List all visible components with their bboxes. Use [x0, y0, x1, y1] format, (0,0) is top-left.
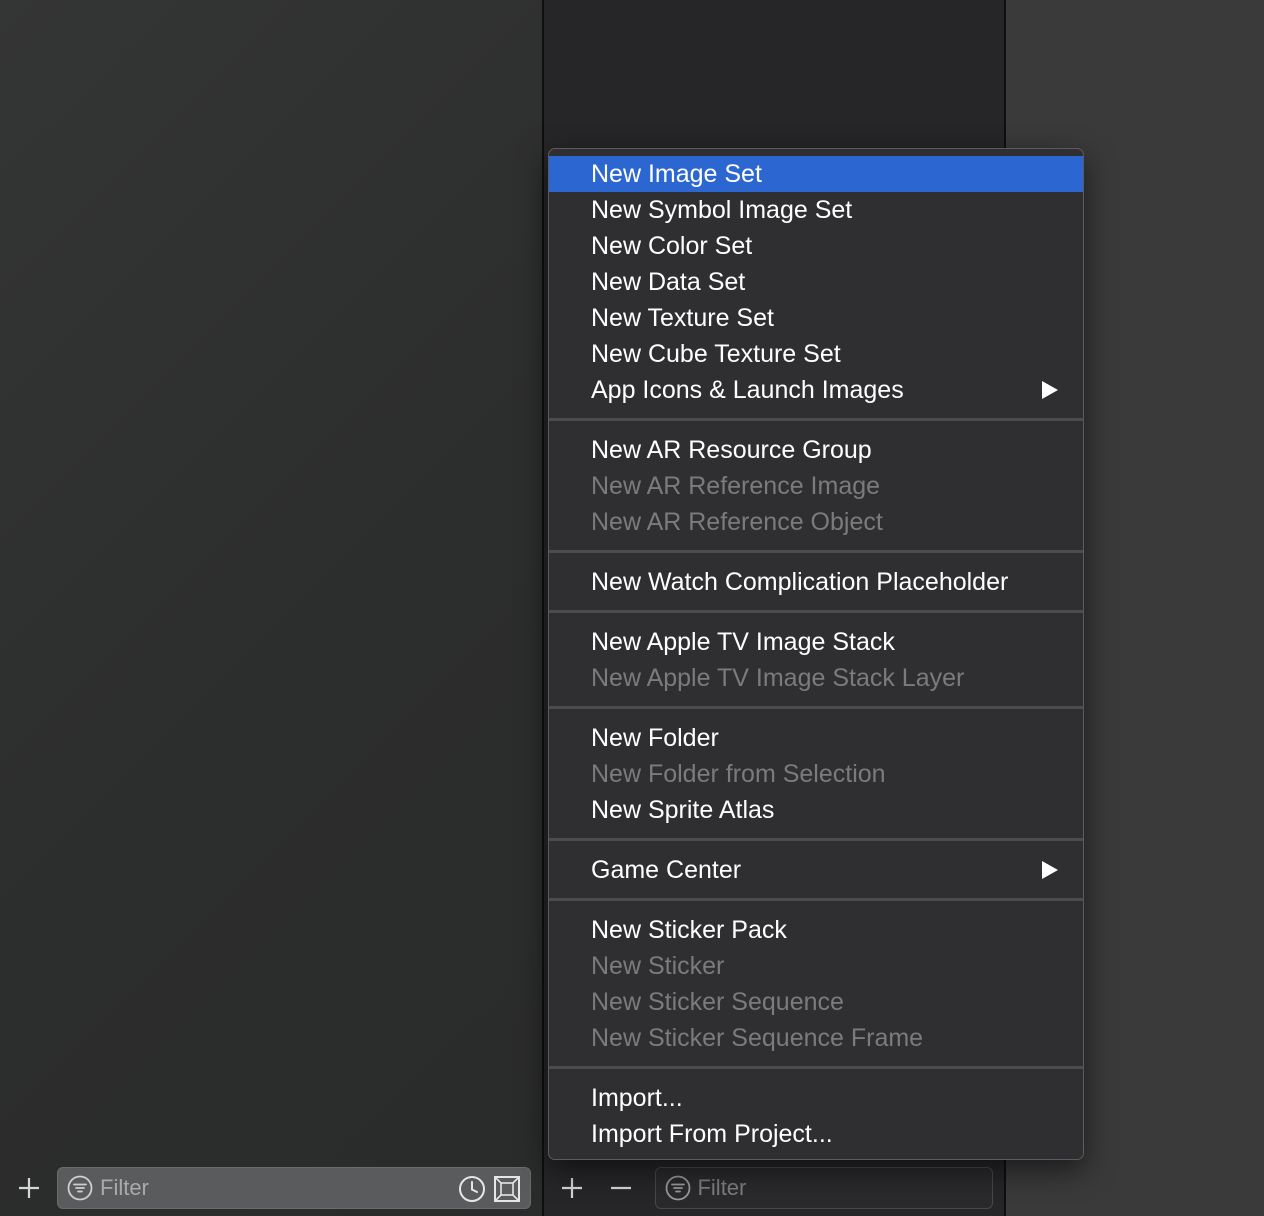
menu-item-new-sticker-pack[interactable]: New Sticker Pack: [549, 912, 1083, 948]
menu-item-label: New Data Set: [591, 268, 746, 296]
menu-separator: [549, 418, 1083, 421]
menu-item-label: New Watch Complication Placeholder: [591, 568, 1009, 596]
menu-item-new-folder[interactable]: New Folder: [549, 720, 1083, 756]
filter-lines-icon: [66, 1174, 94, 1202]
menu-item-label: Game Center: [591, 856, 742, 884]
submenu-arrow-icon: [1041, 852, 1059, 888]
filter-lines-icon: [664, 1174, 691, 1202]
add-button[interactable]: [558, 1174, 586, 1202]
menu-item-label: New AR Resource Group: [591, 436, 872, 464]
menu-item-label: Import...: [591, 1084, 683, 1112]
menu-item-new-color-set[interactable]: New Color Set: [549, 228, 1083, 264]
menu-item-new-ar-resource-group[interactable]: New AR Resource Group: [549, 432, 1083, 468]
clock-icon[interactable]: [458, 1175, 486, 1203]
left-filter-field[interactable]: [57, 1167, 531, 1209]
submenu-arrow-icon: [1041, 372, 1059, 408]
menu-item-label: New Folder from Selection: [591, 760, 886, 788]
menu-item-new-sprite-atlas[interactable]: New Sprite Atlas: [549, 792, 1083, 828]
menu-item-import[interactable]: Import...: [549, 1080, 1083, 1116]
menu-separator: [549, 1066, 1083, 1069]
menu-separator: [549, 550, 1083, 553]
menu-item-new-sticker-sequence-frame: New Sticker Sequence Frame: [549, 1020, 1083, 1056]
menu-item-label: New Image Set: [591, 160, 762, 188]
menu-item-label: New AR Reference Image: [591, 472, 881, 500]
missing-image-icon[interactable]: [493, 1175, 521, 1203]
left-filter-input[interactable]: [100, 1175, 400, 1201]
menu-item-new-cube-texture-set[interactable]: New Cube Texture Set: [549, 336, 1083, 372]
menu-separator: [549, 706, 1083, 709]
menu-item-label: New Cube Texture Set: [591, 340, 841, 368]
menu-item-new-apple-tv-image-stack[interactable]: New Apple TV Image Stack: [549, 624, 1083, 660]
menu-item-label: New Sprite Atlas: [591, 796, 775, 824]
add-button[interactable]: [15, 1174, 43, 1202]
plus-icon: [562, 1178, 582, 1198]
menu-item-label: New Apple TV Image Stack Layer: [591, 664, 965, 692]
menu-item-label: New Folder: [591, 724, 719, 752]
menu-separator: [549, 610, 1083, 613]
menu-item-label: New Sticker Pack: [591, 916, 787, 944]
menu-item-new-image-set[interactable]: New Image Set: [549, 156, 1083, 192]
menu-item-new-data-set[interactable]: New Data Set: [549, 264, 1083, 300]
menu-item-game-center[interactable]: Game Center: [549, 852, 1083, 888]
menu-item-new-apple-tv-image-stack-layer: New Apple TV Image Stack Layer: [549, 660, 1083, 696]
menu-item-new-sticker-sequence: New Sticker Sequence: [549, 984, 1083, 1020]
menu-item-new-symbol-image-set[interactable]: New Symbol Image Set: [549, 192, 1083, 228]
middle-filter-input[interactable]: [697, 1175, 992, 1201]
menu-item-label: New AR Reference Object: [591, 508, 883, 536]
menu-item-import-from-project[interactable]: Import From Project...: [549, 1116, 1083, 1152]
menu-separator: [549, 898, 1083, 901]
minus-icon: [611, 1186, 631, 1190]
add-asset-menu: New Image Set New Symbol Image Set New Col…: [548, 148, 1084, 1160]
menu-item-new-ar-reference-object: New AR Reference Object: [549, 504, 1083, 540]
menu-item-new-watch-complication-placeholder[interactable]: New Watch Complication Placeholder: [549, 564, 1083, 600]
remove-button[interactable]: [607, 1174, 635, 1202]
menu-item-label: New Color Set: [591, 232, 753, 260]
plus-icon: [19, 1178, 39, 1198]
menu-item-label: New Sticker Sequence Frame: [591, 1024, 924, 1052]
menu-item-new-sticker: New Sticker: [549, 948, 1083, 984]
menu-item-new-folder-from-selection: New Folder from Selection: [549, 756, 1083, 792]
menu-item-label: App Icons & Launch Images: [591, 376, 904, 404]
menu-item-new-texture-set[interactable]: New Texture Set: [549, 300, 1083, 336]
menu-separator: [549, 838, 1083, 841]
menu-item-app-icons-launch-images[interactable]: App Icons & Launch Images: [549, 372, 1083, 408]
menu-item-label: New Texture Set: [591, 304, 774, 332]
menu-item-new-ar-reference-image: New AR Reference Image: [549, 468, 1083, 504]
menu-item-label: New Sticker: [591, 952, 725, 980]
menu-item-label: New Sticker Sequence: [591, 988, 844, 1016]
menu-item-label: New Symbol Image Set: [591, 196, 853, 224]
middle-filter-field[interactable]: [655, 1167, 993, 1209]
left-pane: [0, 0, 542, 1216]
menu-item-label: Import From Project...: [591, 1120, 833, 1148]
menu-item-label: New Apple TV Image Stack: [591, 628, 895, 656]
